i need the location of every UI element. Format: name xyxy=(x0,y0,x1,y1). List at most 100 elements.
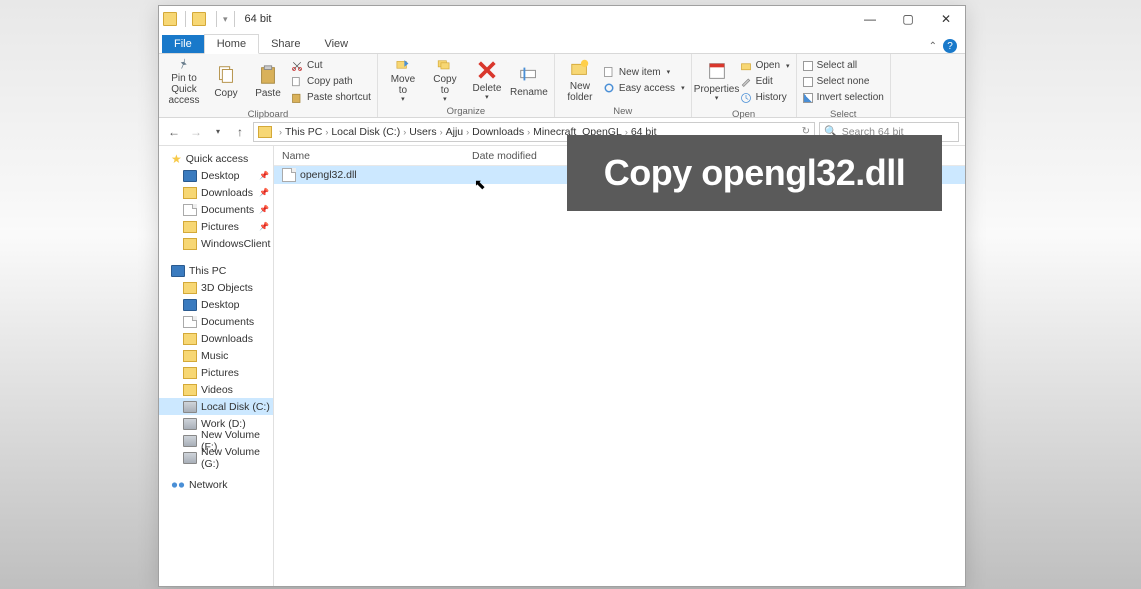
folder-icon xyxy=(183,367,197,379)
help-icon[interactable]: ? xyxy=(943,39,957,53)
folder-icon xyxy=(183,333,197,345)
chevron-right-icon[interactable]: › xyxy=(527,127,530,137)
move-to-button[interactable]: Move to▾ xyxy=(382,56,424,104)
qat-dropdown-icon[interactable]: ▾ xyxy=(223,14,228,25)
new-folder-button[interactable]: New folder xyxy=(559,56,601,104)
nav-item-3d-objects[interactable]: 3D Objects xyxy=(159,279,273,296)
select-none-button[interactable]: Select none xyxy=(803,74,884,89)
nav-network[interactable]: Network xyxy=(159,476,273,493)
folder-icon xyxy=(183,282,197,294)
copy-to-button[interactable]: Copy to▾ xyxy=(424,56,466,104)
breadcrumb-item[interactable]: Downloads xyxy=(472,126,524,138)
group-label: Clipboard xyxy=(159,109,377,121)
delete-button[interactable]: Delete▾ xyxy=(466,56,508,104)
label: Invert selection xyxy=(817,92,884,103)
properties-button[interactable]: Properties▾ xyxy=(696,58,738,106)
label: WindowsClient xyxy=(201,238,270,250)
up-button[interactable]: ↑ xyxy=(231,123,249,141)
nav-item-documents[interactable]: Documents📌 xyxy=(159,201,273,218)
label: Delete xyxy=(472,83,501,94)
group-label: Organize xyxy=(378,106,554,118)
forward-button[interactable]: → xyxy=(187,123,205,141)
paste-button[interactable]: Paste xyxy=(247,58,289,106)
col-name[interactable]: Name xyxy=(274,150,464,162)
separator xyxy=(185,11,186,27)
copy-path-icon xyxy=(291,76,303,88)
pin-to-quick-access-button[interactable]: Pin to Quick access xyxy=(163,58,205,106)
col-modified[interactable]: Date modified xyxy=(464,150,564,162)
label: Quick access xyxy=(186,153,248,165)
quick-access-toolbar: ▾ xyxy=(181,11,239,27)
chevron-right-icon[interactable]: › xyxy=(325,127,328,137)
nav-item-pictures[interactable]: Pictures xyxy=(159,364,273,381)
tab-view[interactable]: View xyxy=(312,35,360,53)
edit-button[interactable]: Edit xyxy=(740,74,790,89)
nav-quick-access[interactable]: ★Quick access xyxy=(159,150,273,167)
pin-icon: 📌 xyxy=(259,222,269,231)
nav-item-new-volume-g-[interactable]: New Volume (G:) xyxy=(159,449,273,466)
breadcrumb-item[interactable]: This PC xyxy=(285,126,322,138)
collapse-ribbon-icon[interactable]: ⌃ xyxy=(929,41,937,52)
folder-icon[interactable] xyxy=(192,12,206,26)
tab-file[interactable]: File xyxy=(162,35,204,53)
nav-item-downloads[interactable]: Downloads xyxy=(159,330,273,347)
navigation-pane[interactable]: ★Quick access Desktop📌Downloads📌Document… xyxy=(159,146,274,586)
nav-item-pictures[interactable]: Pictures📌 xyxy=(159,218,273,235)
ribbon-group-select: Select all Select none Invert selection … xyxy=(797,54,891,117)
history-button[interactable]: History xyxy=(740,90,790,105)
chevron-right-icon[interactable]: › xyxy=(440,127,443,137)
recent-locations-button[interactable]: ▾ xyxy=(209,123,227,141)
rename-button[interactable]: Rename xyxy=(508,56,550,104)
nav-item-music[interactable]: Music xyxy=(159,347,273,364)
tab-share[interactable]: Share xyxy=(259,35,312,53)
easy-access-button[interactable]: Easy access▾ xyxy=(603,81,685,96)
breadcrumb-item[interactable]: Users xyxy=(409,126,436,138)
nav-item-desktop[interactable]: Desktop📌 xyxy=(159,167,273,184)
new-item-button[interactable]: New item▾ xyxy=(603,65,685,80)
nav-item-videos[interactable]: Videos xyxy=(159,381,273,398)
label: Open xyxy=(756,60,780,71)
open-button[interactable]: Open▾ xyxy=(740,58,790,73)
nav-this-pc[interactable]: This PC xyxy=(159,262,273,279)
nav-item-documents[interactable]: Documents xyxy=(159,313,273,330)
separator xyxy=(234,11,235,27)
label: New folder xyxy=(567,81,592,103)
select-all-button[interactable]: Select all xyxy=(803,58,884,73)
doc-icon xyxy=(183,204,197,216)
chevron-right-icon[interactable]: › xyxy=(403,127,406,137)
label: Downloads xyxy=(201,333,253,345)
breadcrumb-item[interactable]: Local Disk (C:) xyxy=(331,126,400,138)
label: Properties xyxy=(694,84,740,95)
ribbon-group-organize: Move to▾ Copy to▾ Delete▾ Rename Organiz… xyxy=(378,54,555,117)
nav-item-desktop[interactable]: Desktop xyxy=(159,296,273,313)
label: Copy xyxy=(214,88,237,99)
label: New item xyxy=(619,67,661,78)
chevron-right-icon[interactable]: › xyxy=(466,127,469,137)
nav-item-local-disk-c-[interactable]: Local Disk (C:) xyxy=(159,398,273,415)
label: Paste shortcut xyxy=(307,92,371,103)
label: This PC xyxy=(189,265,226,277)
file-list[interactable]: Name Date modified Type Size opengl32.dl… xyxy=(274,146,965,586)
back-button[interactable]: ← xyxy=(165,123,183,141)
group-label: New xyxy=(555,106,691,118)
disk-icon xyxy=(183,401,197,413)
nav-item-windowsclient[interactable]: WindowsClient📌 xyxy=(159,235,273,252)
folder-icon xyxy=(258,126,272,138)
titlebar: ▾ 64 bit — ▢ ✕ xyxy=(159,6,965,32)
paste-shortcut-button[interactable]: Paste shortcut xyxy=(291,90,371,105)
minimize-button[interactable]: — xyxy=(851,6,889,32)
close-button[interactable]: ✕ xyxy=(927,6,965,32)
invert-selection-button[interactable]: Invert selection xyxy=(803,90,884,105)
folder-icon xyxy=(183,350,197,362)
breadcrumb-item[interactable]: Ajju xyxy=(446,126,464,138)
rename-icon xyxy=(518,63,540,85)
copy-path-button[interactable]: Copy path xyxy=(291,74,371,89)
cut-button[interactable]: Cut xyxy=(291,58,371,73)
label: Local Disk (C:) xyxy=(201,401,270,413)
chevron-right-icon[interactable]: › xyxy=(279,127,282,137)
maximize-button[interactable]: ▢ xyxy=(889,6,927,32)
disk-icon xyxy=(183,435,197,447)
copy-button[interactable]: Copy xyxy=(205,58,247,106)
tab-home[interactable]: Home xyxy=(204,34,259,54)
nav-item-downloads[interactable]: Downloads📌 xyxy=(159,184,273,201)
